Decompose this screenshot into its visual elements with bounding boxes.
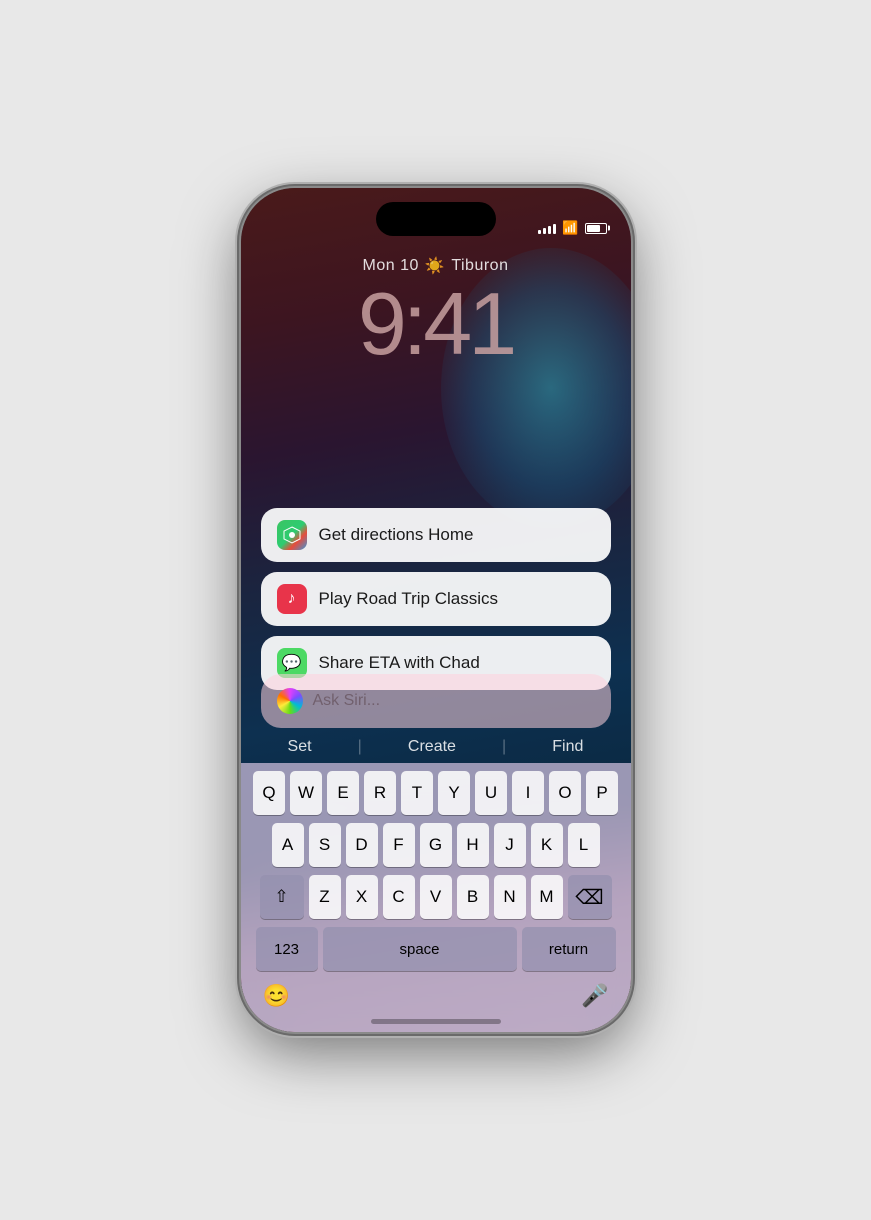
status-right: 📶 [538, 220, 606, 236]
quick-create-button[interactable]: Create [400, 734, 464, 760]
emoji-mic-row: 😊 🎤 [245, 979, 627, 1013]
siri-orb-icon [277, 688, 303, 714]
lock-date-text: Mon 10 [363, 257, 419, 275]
battery-icon [585, 223, 607, 234]
key-L[interactable]: L [568, 823, 600, 867]
key-Z[interactable]: Z [309, 875, 341, 919]
key-Y[interactable]: Y [438, 771, 470, 815]
key-T[interactable]: T [401, 771, 433, 815]
sun-icon: ☀️ [425, 256, 445, 276]
suggestion-directions-label: Get directions Home [319, 525, 474, 545]
quick-set-button[interactable]: Set [280, 734, 320, 760]
signal-bar-1 [538, 230, 541, 234]
keyboard-row-3: ⇧ Z X C V B N M ⌫ [245, 875, 627, 919]
lock-location: Tiburon [451, 257, 508, 275]
home-indicator [371, 1019, 501, 1024]
key-N[interactable]: N [494, 875, 526, 919]
key-V[interactable]: V [420, 875, 452, 919]
signal-bar-3 [548, 226, 551, 234]
return-key[interactable]: return [522, 927, 616, 971]
siri-input-box[interactable]: Ask Siri... [261, 674, 611, 728]
wifi-icon: 📶 [562, 220, 578, 236]
dynamic-island [376, 202, 496, 236]
keyboard-row-1: Q W E R T Y U I O P [245, 771, 627, 815]
shift-key[interactable]: ⇧ [260, 875, 304, 919]
lock-screen-info: Mon 10 ☀️ Tiburon 9:41 [241, 256, 631, 368]
quick-divider-2: | [502, 734, 506, 760]
music-icon: ♪ [277, 584, 307, 614]
battery-fill [587, 225, 601, 232]
key-J[interactable]: J [494, 823, 526, 867]
lock-date: Mon 10 ☀️ Tiburon [241, 256, 631, 276]
delete-key[interactable]: ⌫ [568, 875, 612, 919]
emoji-key[interactable]: 😊 [263, 983, 290, 1009]
key-R[interactable]: R [364, 771, 396, 815]
space-key[interactable]: space [323, 927, 517, 971]
key-D[interactable]: D [346, 823, 378, 867]
key-M[interactable]: M [531, 875, 563, 919]
lock-time: 9:41 [241, 280, 631, 368]
key-F[interactable]: F [383, 823, 415, 867]
key-B[interactable]: B [457, 875, 489, 919]
signal-bar-2 [543, 228, 546, 234]
quick-suggestions-row: Set | Create | Find [261, 734, 611, 760]
maps-icon [277, 520, 307, 550]
key-W[interactable]: W [290, 771, 322, 815]
key-S[interactable]: S [309, 823, 341, 867]
keyboard-row-2: A S D F G H J K L [245, 823, 627, 867]
suggestion-directions[interactable]: Get directions Home [261, 508, 611, 562]
keyboard-row-4: 123 space return [245, 927, 627, 971]
suggestion-music[interactable]: ♪ Play Road Trip Classics [261, 572, 611, 626]
quick-divider-1: | [358, 734, 362, 760]
siri-input-area[interactable]: Ask Siri... [261, 674, 611, 728]
key-H[interactable]: H [457, 823, 489, 867]
key-P[interactable]: P [586, 771, 618, 815]
signal-icon [538, 222, 556, 234]
key-K[interactable]: K [531, 823, 563, 867]
mic-key[interactable]: 🎤 [581, 983, 608, 1009]
keyboard: Q W E R T Y U I O P A S D F G H J K [241, 763, 631, 1032]
key-X[interactable]: X [346, 875, 378, 919]
suggestion-music-label: Play Road Trip Classics [319, 589, 499, 609]
quick-find-button[interactable]: Find [544, 734, 591, 760]
key-G[interactable]: G [420, 823, 452, 867]
key-I[interactable]: I [512, 771, 544, 815]
key-U[interactable]: U [475, 771, 507, 815]
signal-bar-4 [553, 224, 556, 234]
key-E[interactable]: E [327, 771, 359, 815]
key-O[interactable]: O [549, 771, 581, 815]
suggestion-messages-label: Share ETA with Chad [319, 653, 480, 673]
key-Q[interactable]: Q [253, 771, 285, 815]
siri-placeholder-text: Ask Siri... [313, 692, 381, 710]
key-C[interactable]: C [383, 875, 415, 919]
phone-screen: 📶 Mon 10 ☀️ Tiburon 9:41 [241, 188, 631, 1032]
key-A[interactable]: A [272, 823, 304, 867]
suggestions-list: Get directions Home ♪ Play Road Trip Cla… [261, 508, 611, 700]
num-key[interactable]: 123 [256, 927, 318, 971]
phone-frame: 📶 Mon 10 ☀️ Tiburon 9:41 [241, 188, 631, 1032]
